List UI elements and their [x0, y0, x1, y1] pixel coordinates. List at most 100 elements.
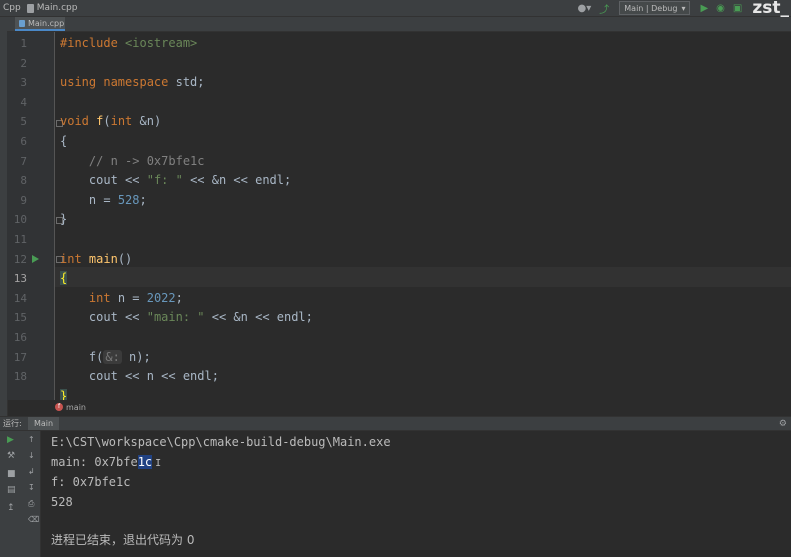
code-line: } [60, 210, 67, 230]
line-number: 11 [13, 233, 27, 246]
code-token: n = [110, 290, 147, 305]
code-line: } [60, 387, 68, 400]
line-number: 9 [20, 193, 27, 207]
file-name: Main.cpp [36, 3, 78, 13]
brace-token: } [60, 212, 68, 227]
code-line: #include <iostream> [60, 34, 197, 54]
scroll-to-end-icon[interactable]: ↧ [28, 483, 35, 492]
line-number: 3 [20, 76, 27, 90]
breadcrumb-file[interactable]: Main.cpp [24, 3, 81, 13]
tab-main-cpp[interactable]: Main.cpp [15, 17, 65, 31]
debug-icon[interactable]: ◉ [716, 3, 725, 14]
current-line-highlight [55, 267, 791, 287]
console-toolbar: ↑ ↓ ↲ ↧ ⎙ ⌫ [24, 431, 41, 557]
line-number: 14 [13, 291, 27, 305]
line-number: 13 [13, 272, 27, 286]
matched-brace: } [60, 388, 68, 400]
code-line: cout << "f: " << &n << endl; [60, 171, 291, 191]
string-token: "main: " [146, 310, 205, 325]
console-line-main: main: 0x7bfe1c I [51, 452, 161, 474]
restore-layout-icon[interactable]: ▤ [7, 485, 16, 495]
print-icon[interactable]: ⎙ [28, 499, 34, 509]
operator-token: << [117, 173, 147, 188]
code-line: { [60, 132, 67, 152]
pin-icon[interactable]: ↥ [7, 503, 15, 513]
code-token: << &n << endl; [182, 173, 292, 188]
keyword-token: int [88, 290, 111, 305]
run-gutter-icon[interactable] [32, 255, 39, 263]
rerun-icon[interactable]: ▶ [7, 435, 14, 445]
run-tab-label: Main [34, 419, 54, 428]
parameter-hint: &: [103, 349, 122, 364]
editor-tab-bar: Main.cpp [7, 17, 791, 32]
line-number: 8 [20, 174, 27, 188]
function-name: main [88, 251, 118, 266]
line-number: 10 [13, 213, 27, 227]
line-number: 5 [20, 115, 27, 129]
line-number: 18 [13, 370, 27, 384]
tab-label: Main.cpp [28, 18, 65, 28]
run-icon[interactable]: ▶ [700, 3, 708, 14]
param-token: &n) [132, 114, 162, 129]
chevron-down-icon: ▾ [681, 3, 686, 13]
wrench-icon[interactable]: ⚒ [7, 451, 15, 461]
code-line: int n = 2022; [60, 289, 183, 309]
code-editor[interactable]: 1 2 3 4 5 6 7 8 9 10 11 12 13 14 15 16 1… [7, 32, 791, 400]
run-tab-main[interactable]: Main [28, 417, 60, 430]
operator-token: << [117, 310, 147, 325]
run-config-select[interactable]: Main | Debug ▾ [619, 1, 691, 15]
keyword-token: int [110, 114, 133, 129]
punct-token: ; [175, 290, 183, 305]
code-line: int main() [60, 250, 132, 270]
code-token: n = [88, 192, 118, 207]
line-number: 6 [20, 135, 27, 148]
code-line: void f(int &n) [60, 112, 161, 132]
keyword-token: using namespace [60, 75, 169, 90]
line-number: 4 [20, 95, 27, 109]
line-number: 1 [20, 37, 27, 50]
line-number: 16 [13, 331, 27, 344]
keyword-token: int [60, 251, 82, 266]
code-line: using namespace std; [60, 73, 205, 93]
gear-icon[interactable]: ⚙ [779, 419, 787, 429]
stop-icon[interactable]: ■ [7, 469, 16, 479]
code-line: { [60, 269, 68, 289]
run-toolbar: ▶ ⚒ ■ ▤ ↥ [0, 431, 25, 557]
text-cursor-icon: I [155, 458, 162, 469]
string-token: "f: " [146, 173, 183, 188]
code-line: // n -> 0x7bfe1c [60, 152, 205, 172]
cpp-file-icon [26, 3, 34, 13]
editor-breadcrumb[interactable]: f main [55, 401, 86, 413]
code-line: f(&: n); [60, 348, 151, 368]
code-token: << &n << endl; [204, 310, 313, 325]
line-number: 2 [20, 56, 27, 70]
watermark: zst_ [752, 0, 789, 18]
breadcrumb-project[interactable]: Cpp [0, 3, 24, 13]
line-number: 7 [20, 154, 27, 168]
console-line-value: 528 [51, 495, 73, 509]
coverage-icon[interactable]: ▣ [733, 3, 742, 14]
user-icon[interactable]: ●▾ [578, 3, 592, 14]
console-line-f: f: 0x7bfe1c [51, 475, 131, 489]
brace-token: { [60, 134, 68, 148]
scroll-down-icon[interactable]: ↓ [28, 451, 35, 460]
function-badge-icon: f [55, 403, 63, 411]
line-number: 12 [13, 252, 27, 266]
console-output[interactable]: E:\CST\workspace\Cpp\cmake-build-debug\M… [41, 431, 791, 557]
comment-token: // n -> 0x7bfe1c [88, 153, 205, 168]
identifier-token: std; [168, 75, 205, 90]
code-token: n); [121, 349, 151, 364]
hammer-icon[interactable]: ⤴ [599, 1, 609, 16]
identifier-token: cout [88, 173, 118, 188]
trash-icon[interactable]: ⌫ [28, 515, 39, 524]
project-name: Cpp [3, 3, 21, 13]
code-line: cout << "main: " << &n << endl; [60, 308, 313, 328]
number-token: 528 [117, 192, 140, 207]
identifier-token: cout [88, 369, 118, 384]
number-token: 2022 [146, 290, 176, 305]
selected-text: 1c [137, 455, 153, 469]
line-number: 17 [13, 350, 27, 364]
punct-token: () [117, 251, 133, 266]
soft-wrap-icon[interactable]: ↲ [28, 467, 35, 476]
scroll-up-icon[interactable]: ↑ [28, 435, 35, 444]
